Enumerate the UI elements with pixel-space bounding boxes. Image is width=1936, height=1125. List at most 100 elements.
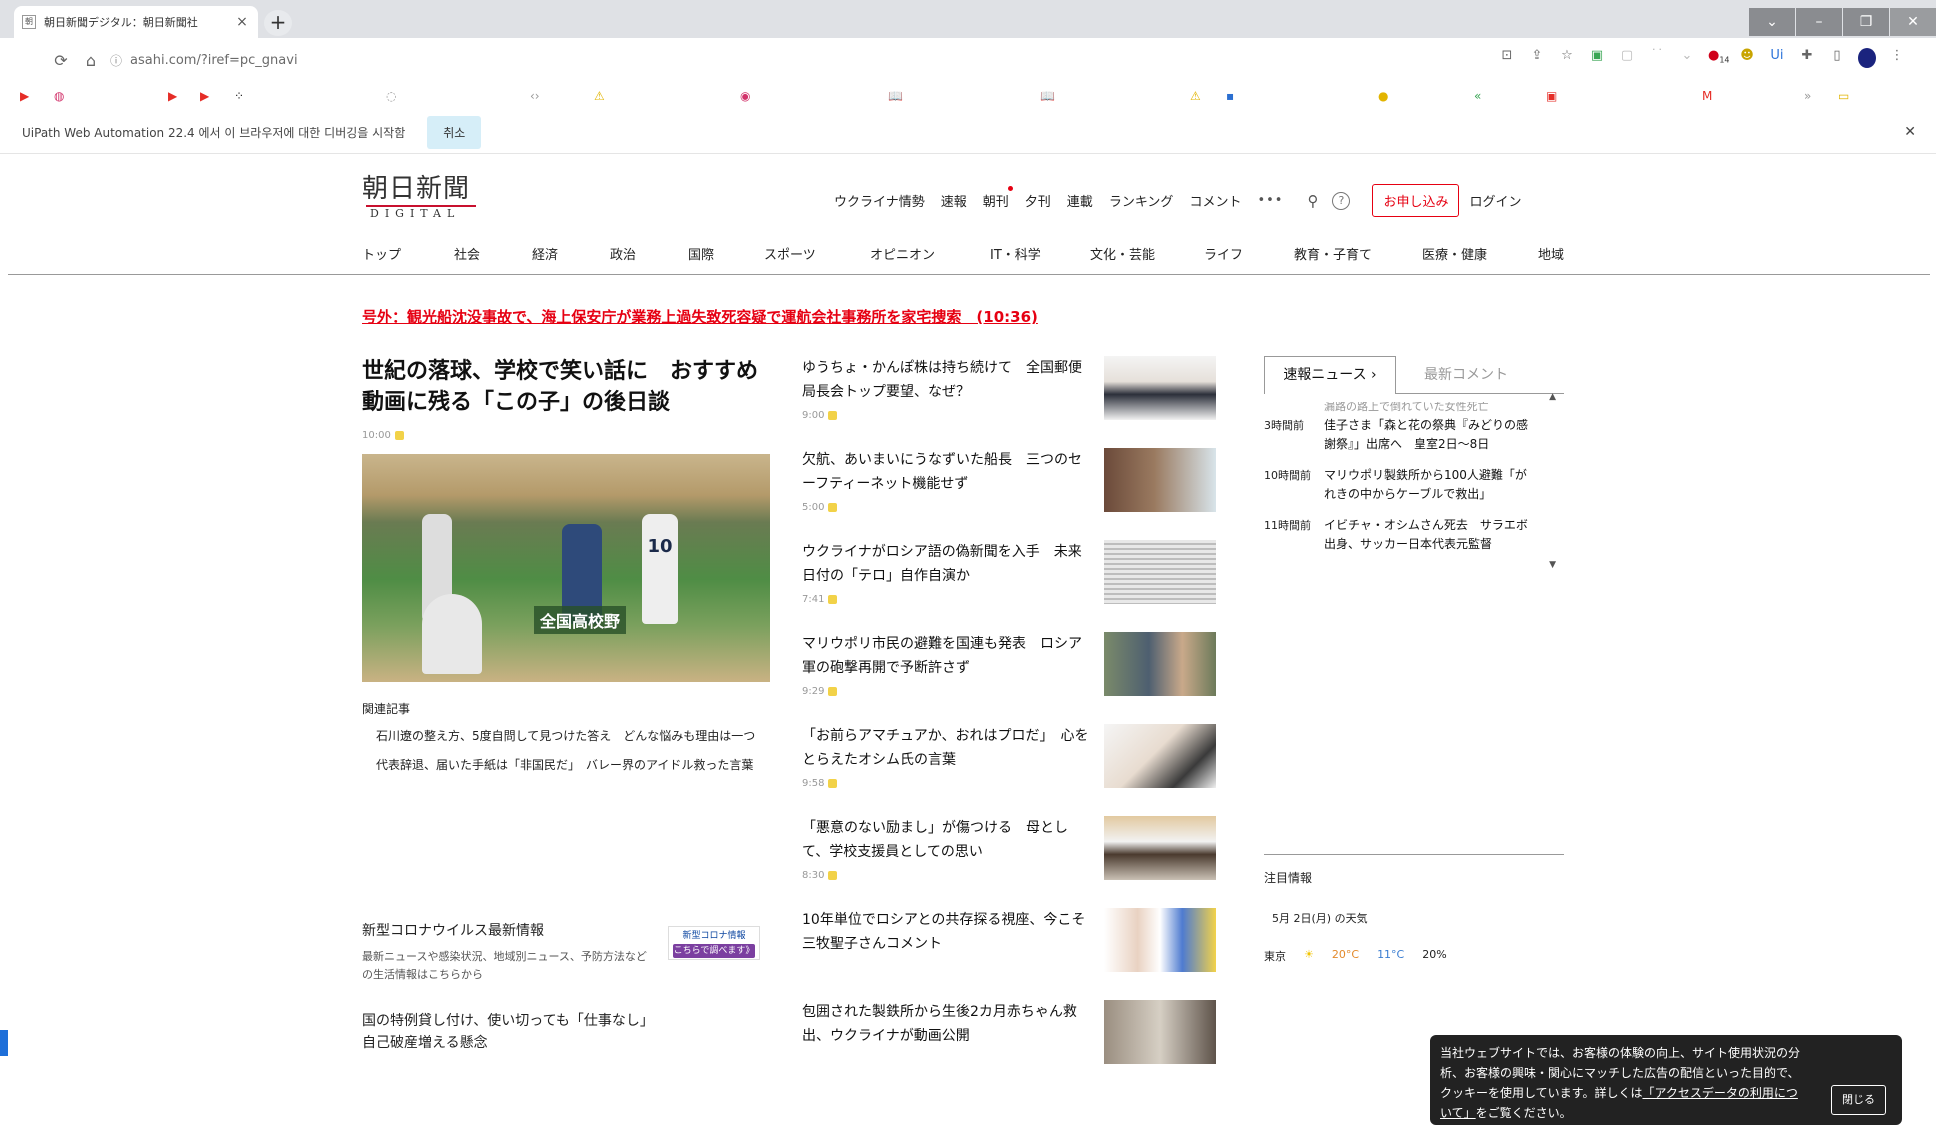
scroll-down-icon[interactable]: ▼ — [1549, 560, 1556, 570]
login-link[interactable]: ログイン — [1469, 191, 1521, 210]
cat-it-science[interactable]: IT・科学 — [990, 244, 1041, 263]
cat-education[interactable]: 教育・子育て — [1294, 244, 1372, 263]
article-item[interactable]: 「悪意のない励まし」が傷つける 母として、学校支援員としての思い 8:30 — [802, 816, 1216, 906]
clipped-news-item[interactable]: 漏路の路上で倒れていた女性死亡 — [1264, 402, 1564, 416]
cookie-close-button[interactable]: 閉じる — [1831, 1085, 1886, 1115]
sidebar-icon[interactable]: ▯ — [1828, 48, 1846, 72]
weather-city: 東京 — [1264, 950, 1286, 963]
tab-breaking-news[interactable]: 速報ニュース › — [1264, 356, 1396, 394]
search-icon[interactable]: ⚲ — [1307, 192, 1318, 210]
puzzle-icon[interactable]: ✚ — [1798, 48, 1816, 72]
address-bar[interactable]: ⓘ asahi.com/?iref=pc_gnavi — [110, 52, 298, 69]
corona-info[interactable]: 新型コロナウイルス最新情報 最新ニュースや感染状況、地域別ニュース、予防方法など… — [362, 920, 772, 984]
bookmark-star-icon[interactable]: ☆ — [1558, 48, 1576, 72]
cat-region[interactable]: 地域 — [1538, 244, 1564, 263]
news-item[interactable]: 10時間前 マリウポリ製鉄所から100人避難「がれきの中からケーブルで救出」 — [1264, 466, 1564, 504]
infobar-cancel-button[interactable]: 취소 — [427, 116, 482, 149]
extension-face-icon[interactable]: ☻ — [1738, 48, 1756, 72]
cat-top[interactable]: トップ — [362, 244, 401, 263]
tab-latest-comments[interactable]: 最新コメント — [1396, 356, 1536, 394]
nav-ranking[interactable]: ランキング — [1109, 191, 1174, 210]
corona-banner[interactable]: 新型コロナ情報 こちらで調べます》 — [668, 926, 760, 960]
site-logo[interactable]: 朝日新聞 DIGITAL — [362, 168, 492, 220]
apply-button[interactable]: お申し込み — [1372, 184, 1460, 217]
bookmark-dots-icon[interactable]: ⁘ — [234, 89, 244, 103]
lead-photo[interactable]: 10 全国高校野 — [362, 454, 770, 682]
translate-icon[interactable]: ⊡ — [1498, 48, 1516, 72]
uipath-icon[interactable]: Ui — [1768, 48, 1786, 72]
extension-chevron-icon[interactable]: ⌄ — [1678, 48, 1696, 72]
article-item[interactable]: 包囲された製鉄所から生後2カ月赤ちゃん救出、ウクライナが動画公開 — [802, 1000, 1216, 1090]
article-item[interactable]: マリウポリ市民の避難を国連も発表 ロシア軍の砲撃再開で予断許さず 9:29 — [802, 632, 1216, 722]
scroll-up-icon[interactable]: ▲ — [1549, 392, 1556, 402]
bookmark-pink-icon[interactable]: ◉ — [740, 89, 750, 103]
bookmark-book-icon[interactable]: 📖 — [888, 89, 903, 103]
infobar-close-icon[interactable]: ✕ — [1904, 124, 1916, 140]
bookmark-warning-icon[interactable]: ⚠ — [1190, 89, 1201, 103]
minimize-button[interactable]: – — [1796, 8, 1842, 36]
article-item[interactable]: ゆうちょ・かんぽ株は持ち続けて 全国郵便局長会トップ要望、なぜ？ 9:00 — [802, 356, 1216, 446]
bookmark-gmail-icon[interactable]: M — [1702, 89, 1712, 103]
bookmark-red-square-icon[interactable]: ▣ — [1546, 89, 1557, 103]
bookmark-warning-icon[interactable]: ⚠ — [594, 89, 605, 103]
bookmark-overflow-icon[interactable]: » — [1804, 89, 1811, 103]
bookmark-youtube-icon[interactable]: ▶ — [168, 89, 177, 103]
more-icon[interactable]: ••• — [1257, 193, 1283, 208]
cat-culture[interactable]: 文化・芸能 — [1090, 244, 1155, 263]
restore-button[interactable]: ❐ — [1843, 8, 1889, 36]
extension-red-badge-icon[interactable]: ●14 — [1708, 48, 1730, 72]
profile-avatar[interactable] — [1858, 48, 1876, 72]
bookmark-green-icon[interactable]: « — [1474, 89, 1481, 103]
bookmark-folder-icon[interactable]: ▭ — [1838, 89, 1849, 103]
news-item[interactable]: 3時間前 佳子さま「森と花の祭典『みどりの感謝祭』」出席へ 皇室2日～8日 — [1264, 416, 1564, 454]
extension-gray-icon[interactable]: ▢ — [1618, 48, 1636, 72]
nav-ukraine[interactable]: ウクライナ情勢 — [834, 191, 925, 210]
bookmark-globe-icon[interactable]: ◌ — [386, 89, 396, 103]
info-icon[interactable]: ⓘ — [110, 52, 122, 69]
bookmark-red-circle-icon[interactable]: ◍ — [54, 89, 64, 103]
cat-politics[interactable]: 政治 — [610, 244, 636, 263]
article-item[interactable]: 10年単位でロシアとの共存探る視座、今こそ 三牧聖子さんコメント — [802, 908, 1216, 998]
nav-comments[interactable]: コメント — [1189, 191, 1241, 210]
share-icon[interactable]: ⇪ — [1528, 48, 1546, 72]
tab-close-icon[interactable]: × — [234, 14, 250, 30]
cat-opinion[interactable]: オピニオン — [870, 244, 935, 263]
nav-morning[interactable]: 朝刊 — [983, 186, 1013, 210]
weather-row[interactable]: 東京 ☀ 20°C 11°C 20% — [1264, 948, 1564, 964]
nav-series[interactable]: 連載 — [1067, 191, 1093, 210]
breaking-news-link[interactable]: 号外：観光船沈没事故で、海上保安庁が業務上過失致死容疑で運航会社事務所を家宅捜索… — [362, 306, 1038, 327]
help-icon[interactable]: ? — [1332, 191, 1351, 210]
article-headline[interactable]: 国の特例貸し付け、使い切っても「仕事なし」 自己破産増える懸念 — [362, 1010, 661, 1054]
nav-evening[interactable]: 夕刊 — [1025, 191, 1051, 210]
reload-icon[interactable]: ⟳ — [46, 51, 76, 70]
article-item[interactable]: ウクライナがロシア語の偽新聞を入手 未来日付の「テロ」自作自演か 7:41 — [802, 540, 1216, 630]
bookmark-duck-icon[interactable]: ● — [1378, 89, 1388, 103]
related-item[interactable]: 石川遼の整え方、5度自問して見つけた答え どんな悩みも理由は一つ — [362, 727, 772, 746]
news-text: マリウポリ製鉄所から100人避難「がれきの中からケーブルで救出」 — [1324, 468, 1527, 501]
bookmark-youtube-icon[interactable]: ▶ — [200, 89, 209, 103]
browser-tab[interactable]: 朝 朝日新聞デジタル：朝日新聞社 × — [14, 6, 258, 38]
article-item[interactable]: 欠航、あいまいにうなずいた船長 三つのセーフティーネット機能せず 5:00 — [802, 448, 1216, 538]
related-item[interactable]: 代表辞退、届いた手紙は「非国民だ」 バレー界のアイドル救った言葉 — [362, 756, 772, 775]
home-icon[interactable]: ⌂ — [76, 51, 106, 70]
news-item[interactable]: 11時間前 イビチャ・オシムさん死去 サラエボ出身、サッカー日本代表元監督 — [1264, 516, 1564, 554]
cat-economy[interactable]: 経済 — [532, 244, 558, 263]
cat-international[interactable]: 国際 — [688, 244, 714, 263]
menu-icon[interactable]: ⋮ — [1888, 48, 1906, 72]
article-item[interactable]: 「お前らアマチュアか、おれはプロだ」 心をとらえたオシム氏の言葉 9:58 — [802, 724, 1216, 814]
cat-sports[interactable]: スポーツ — [764, 244, 816, 263]
bookmark-youtube-icon[interactable]: ▶ — [20, 89, 29, 103]
bookmark-book-icon[interactable]: 📖 — [1040, 89, 1055, 103]
lead-headline[interactable]: 世紀の落球、学校で笑い話に おすすめ動画に残る「この子」の後日談 — [362, 356, 772, 418]
nav-breaking[interactable]: 速報 — [941, 191, 967, 210]
extension-green-icon[interactable]: ▣ — [1588, 48, 1606, 72]
cat-life[interactable]: ライフ — [1204, 244, 1243, 263]
bookmark-blue-icon[interactable]: ▪ — [1226, 89, 1234, 103]
cat-society[interactable]: 社会 — [454, 244, 480, 263]
cat-health[interactable]: 医療・健康 — [1422, 244, 1487, 263]
tab-search-icon[interactable]: ⌄ — [1749, 8, 1795, 36]
bookmark-code-icon[interactable]: ‹› — [530, 89, 540, 103]
extension-dots-icon[interactable]: ˙˙ — [1648, 48, 1666, 72]
new-tab-button[interactable]: + — [264, 10, 292, 36]
close-window-button[interactable]: ✕ — [1890, 8, 1936, 36]
